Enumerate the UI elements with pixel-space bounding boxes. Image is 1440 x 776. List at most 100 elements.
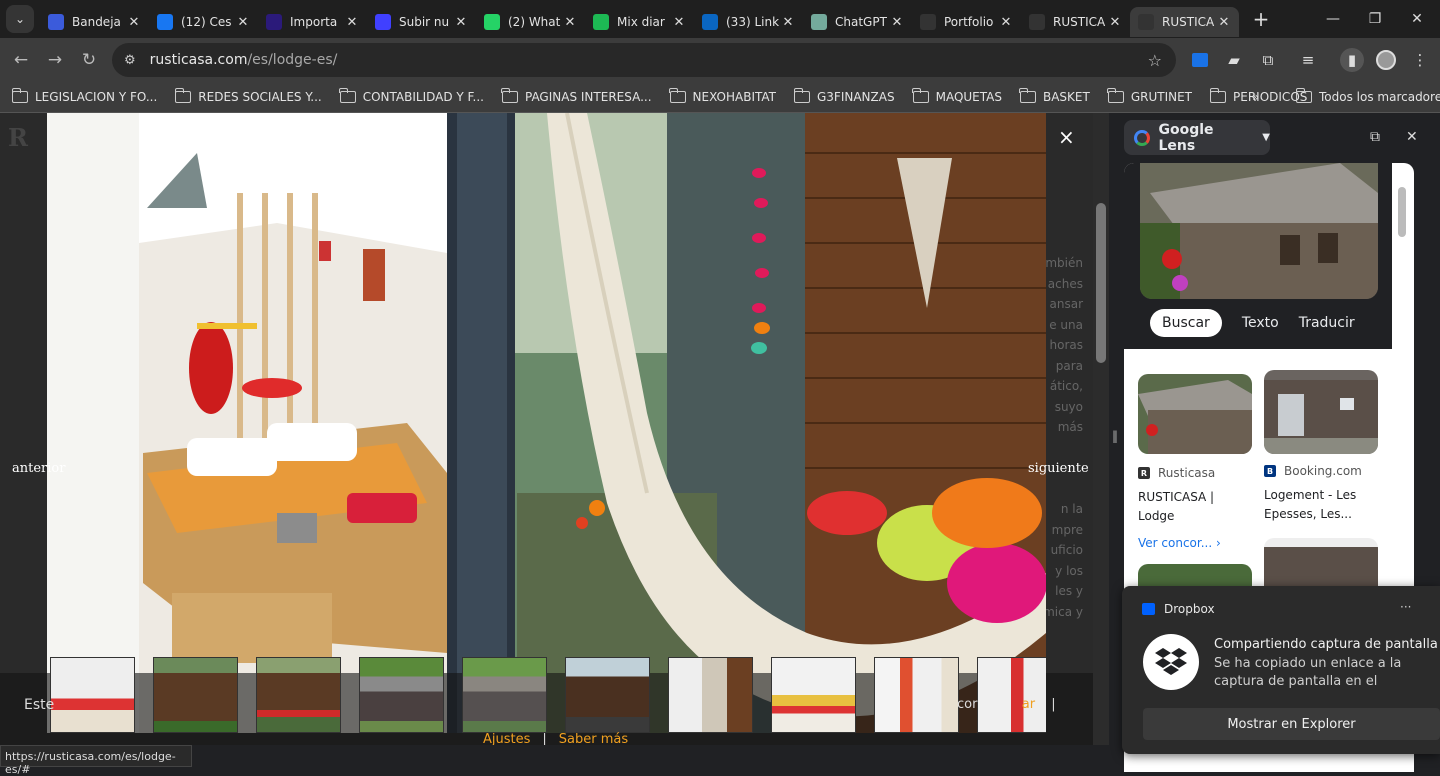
tab-title: Subir nu (399, 15, 450, 29)
see-similar-link[interactable]: Ver concor... › (1138, 536, 1252, 550)
tab-title: Mix diar (617, 15, 665, 29)
all-bookmarks-label: Todos los marcadores (1319, 90, 1440, 104)
folder-icon (793, 88, 810, 103)
thumbnail-8[interactable] (771, 657, 856, 733)
close-tab-icon[interactable]: ✕ (236, 15, 250, 30)
browser-tab[interactable]: Portfolio ✕ (912, 7, 1021, 37)
cookie-settings-link[interactable]: Ajustes (483, 732, 530, 745)
all-bookmarks-button[interactable]: Todos los marcadores (1295, 88, 1440, 104)
extensions-puzzle-icon[interactable]: ⧉ (1256, 48, 1280, 72)
bookmark-folder[interactable]: PAGINAS INTERESA... (501, 88, 652, 104)
close-tab-icon[interactable]: ✕ (563, 15, 577, 30)
minimize-button[interactable]: — (1312, 0, 1354, 38)
tab-search-button[interactable]: ⌄ (6, 5, 34, 33)
thumbnail-10[interactable] (977, 657, 1046, 733)
close-tab-icon[interactable]: ✕ (454, 15, 468, 30)
bookmark-star-icon[interactable]: ☆ (1148, 51, 1162, 70)
thumbnail-9[interactable] (874, 657, 959, 733)
result-image (1264, 370, 1378, 454)
browser-tab[interactable]: Mix diar ✕ (585, 7, 694, 37)
bookmark-folder[interactable]: REDES SOCIALES Y... (174, 88, 322, 104)
bookmark-folder[interactable]: G3FINANZAS (793, 88, 895, 104)
lens-result-card[interactable]: B Booking.com Logement - Les Epesses, Les… (1264, 370, 1378, 524)
lens-query-image[interactable] (1140, 163, 1378, 299)
lightbox-close-button[interactable]: × (1058, 125, 1075, 149)
bookmark-folder[interactable]: MAQUETAS (912, 88, 1002, 104)
forward-button[interactable]: → (38, 43, 72, 77)
media-control-icon[interactable]: ≡ (1296, 48, 1320, 72)
side-panel-icon[interactable]: ▮ (1340, 48, 1364, 72)
lightbox-prev-link[interactable]: anterior (12, 461, 65, 476)
cookie-learn-more-link[interactable]: Saber más (559, 732, 628, 745)
profile-avatar[interactable] (1374, 48, 1398, 72)
close-tab-icon[interactable]: ✕ (672, 15, 686, 30)
close-tab-icon[interactable]: ✕ (1217, 15, 1231, 30)
lens-tab-texto[interactable]: Texto (1242, 315, 1279, 331)
bookmark-folder[interactable]: NEXOHABITAT (669, 88, 776, 104)
browser-tab[interactable]: (12) Ces ✕ (149, 7, 258, 37)
browser-tab[interactable]: (33) Link ✕ (694, 7, 803, 37)
lens-title: Google Lens (1158, 121, 1214, 154)
thumbnail-3[interactable] (256, 657, 341, 733)
close-tab-icon[interactable]: ✕ (345, 15, 359, 30)
close-tab-icon[interactable]: ✕ (1108, 15, 1122, 30)
bookmarks-list: LEGISLACION Y FO... REDES SOCIALES Y... CO… (0, 88, 1313, 104)
thumbnail-5[interactable] (462, 657, 547, 733)
address-bar[interactable]: ⚙ rusticasa.com/es/lodge-es/ ☆ (112, 43, 1176, 77)
url-path: /es/lodge-es/ (247, 52, 338, 68)
result-source: R Rusticasa (1138, 466, 1252, 480)
lens-scrollbar-thumb[interactable] (1398, 187, 1406, 237)
rc-icon (920, 14, 936, 30)
back-button[interactable]: ← (4, 43, 38, 77)
close-tab-icon[interactable]: ✕ (999, 15, 1013, 30)
extension-icon-1[interactable] (1188, 48, 1212, 72)
browser-tab[interactable]: ChatGPT ✕ (803, 7, 912, 37)
v-icon (48, 14, 64, 30)
browser-tab[interactable]: Subir nu ✕ (367, 7, 476, 37)
restore-button[interactable]: ❐ (1354, 0, 1396, 38)
lightbox-next-link[interactable]: siguiente (1028, 461, 1089, 476)
close-tab-icon[interactable]: ✕ (127, 15, 141, 30)
thumbnail-6[interactable] (565, 657, 650, 733)
thumbnail-1[interactable] (50, 657, 135, 733)
new-tab-button[interactable]: + (1247, 7, 1275, 31)
bookmark-folder[interactable]: CONTABILIDAD Y F... (339, 88, 484, 104)
open-in-new-tab-icon[interactable]: ⧉ (1370, 129, 1380, 145)
browser-tab[interactable]: Bandeja ✕ (40, 7, 149, 37)
lens-scrollbar[interactable] (1396, 163, 1410, 583)
close-tab-icon[interactable]: ✕ (890, 15, 904, 30)
thumbnail-2[interactable] (153, 657, 238, 733)
bookmark-folder[interactable]: LEGISLACION Y FO... (11, 88, 157, 104)
notification-menu-button[interactable]: ··· (1400, 600, 1411, 614)
lightbox-image[interactable] (47, 113, 1046, 733)
bookmark-folder[interactable]: BASKET (1019, 88, 1090, 104)
menu-kebab-icon[interactable]: ⋮ (1408, 48, 1432, 72)
bookmark-folder[interactable]: GRUTINET (1107, 88, 1192, 104)
site-info-icon[interactable]: ⚙ (124, 53, 136, 68)
close-window-button[interactable]: ✕ (1396, 0, 1438, 38)
rc-icon (1029, 14, 1045, 30)
tab-title: RUSTICA (1162, 15, 1215, 29)
reload-button[interactable]: ↻ (72, 43, 106, 77)
lens-tab-traducir[interactable]: Traducir (1299, 315, 1355, 331)
thumbnail-4[interactable] (359, 657, 444, 733)
extension-icon-2[interactable]: ▰ (1222, 48, 1246, 72)
lens-selector[interactable]: Google Lens ▼ (1124, 120, 1270, 155)
browser-tab[interactable]: RUSTICA ✕ (1130, 7, 1239, 37)
browser-tab[interactable]: Importa ✕ (258, 7, 367, 37)
page-scrollbar[interactable] (1093, 113, 1109, 745)
cookie-accept-link[interactable]: ar (1022, 697, 1035, 712)
lens-result-card[interactable]: R Rusticasa RUSTICASA | Lodge Ver concor.… (1138, 374, 1252, 550)
browser-tab[interactable]: RUSTICA ✕ (1021, 7, 1130, 37)
lens-tab-buscar[interactable]: Buscar (1150, 309, 1222, 337)
browser-tab[interactable]: (2) What ✕ (476, 7, 585, 37)
more-bookmarks-icon[interactable]: » (1252, 90, 1259, 104)
thumbnail-7[interactable] (668, 657, 753, 733)
show-in-explorer-button[interactable]: Mostrar en Explorer (1143, 708, 1440, 740)
close-panel-icon[interactable]: ✕ (1406, 129, 1418, 145)
page-scrollbar-thumb[interactable] (1096, 203, 1106, 363)
close-tab-icon[interactable]: ✕ (781, 15, 795, 30)
spotify-icon (593, 14, 609, 30)
result-title: RUSTICASA | Lodge (1138, 490, 1215, 523)
panel-resize-handle[interactable]: ‖ (1112, 429, 1118, 443)
